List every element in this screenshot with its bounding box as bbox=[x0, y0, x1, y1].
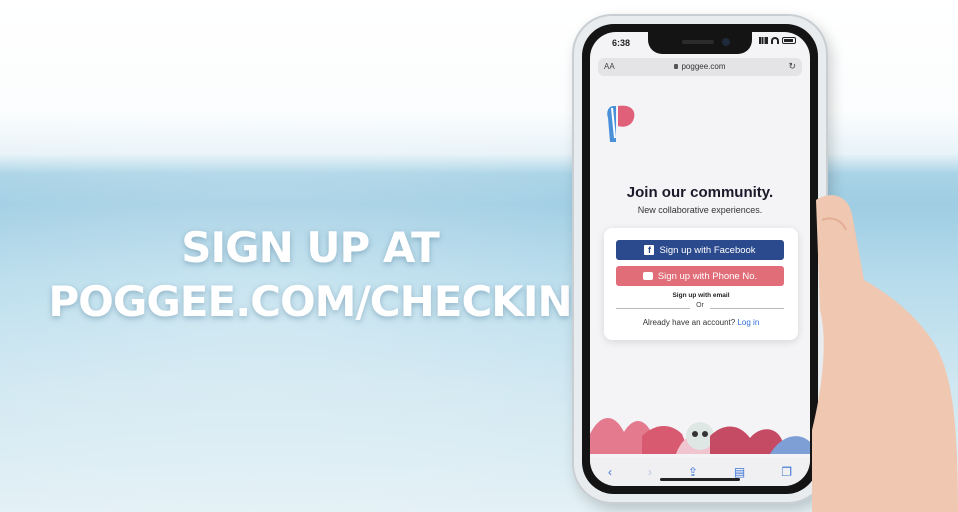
speaker-grille bbox=[682, 40, 714, 44]
smartphone: 6:38 AA poggee.com ↻ Join our community.… bbox=[572, 14, 828, 504]
signal-icon bbox=[759, 37, 768, 44]
page-title: Join our community. bbox=[626, 184, 774, 201]
mascot-hills-illustration bbox=[590, 417, 810, 454]
status-time: 6:38 bbox=[612, 38, 631, 48]
home-indicator bbox=[660, 478, 740, 481]
browser-address-bar[interactable]: AA poggee.com ↻ bbox=[598, 58, 802, 76]
url-text: poggee.com bbox=[681, 62, 726, 71]
facebook-icon: f bbox=[644, 245, 655, 255]
facebook-signup-button[interactable]: f Sign up with Facebook bbox=[616, 240, 784, 260]
logo-wordmark bbox=[607, 105, 635, 142]
phone-signup-button[interactable]: Sign up with Phone No. bbox=[616, 266, 784, 286]
or-label: Or bbox=[690, 302, 710, 309]
account-prompt-text: Already have an account? bbox=[642, 318, 736, 327]
status-icons bbox=[759, 37, 796, 44]
login-link[interactable]: Log in bbox=[737, 318, 759, 327]
url-display[interactable]: poggee.com bbox=[598, 62, 802, 71]
facebook-button-label: Sign up with Facebook bbox=[659, 244, 756, 256]
forward-icon[interactable]: › bbox=[648, 465, 652, 479]
bookmarks-icon[interactable]: ▤ bbox=[734, 465, 745, 479]
signup-card: f Sign up with Facebook Sign up with Pho… bbox=[604, 228, 798, 340]
phone-screen: 6:38 AA poggee.com ↻ Join our community.… bbox=[590, 32, 810, 486]
poggee-logo bbox=[600, 98, 800, 155]
headline-line-1: SIGN UP AT bbox=[181, 223, 440, 272]
page-subtitle: New collaborative experiences. bbox=[637, 205, 763, 215]
reload-icon[interactable]: ↻ bbox=[788, 61, 796, 72]
share-icon[interactable]: ⇪ bbox=[688, 465, 698, 479]
message-icon bbox=[642, 272, 653, 280]
headline-line-2: POGGEE.COM/CHECKIN bbox=[48, 277, 572, 326]
holding-hand bbox=[812, 195, 958, 512]
headline: SIGN UP AT POGGEE.COM/CHECKIN bbox=[0, 222, 620, 330]
mascot-icon bbox=[686, 422, 714, 450]
phone-notch bbox=[648, 32, 752, 54]
phone-bezel: 6:38 AA poggee.com ↻ Join our community.… bbox=[582, 24, 818, 494]
phone-button-label: Sign up with Phone No. bbox=[657, 270, 758, 282]
front-camera bbox=[722, 38, 730, 46]
browser-toolbar: ‹ › ⇪ ▤ ❐ bbox=[590, 458, 810, 486]
photo-scene: SIGN UP AT POGGEE.COM/CHECKIN 6:38 AA po… bbox=[0, 0, 958, 512]
email-signup-link[interactable]: Sign up with email bbox=[604, 292, 798, 299]
back-icon[interactable]: ‹ bbox=[608, 465, 612, 479]
wifi-icon bbox=[771, 37, 779, 44]
battery-icon bbox=[782, 37, 796, 44]
tabs-icon[interactable]: ❐ bbox=[781, 465, 792, 479]
login-prompt: Already have an account? Log in bbox=[604, 318, 798, 327]
lock-icon bbox=[674, 64, 679, 70]
or-divider: Or bbox=[616, 302, 784, 312]
